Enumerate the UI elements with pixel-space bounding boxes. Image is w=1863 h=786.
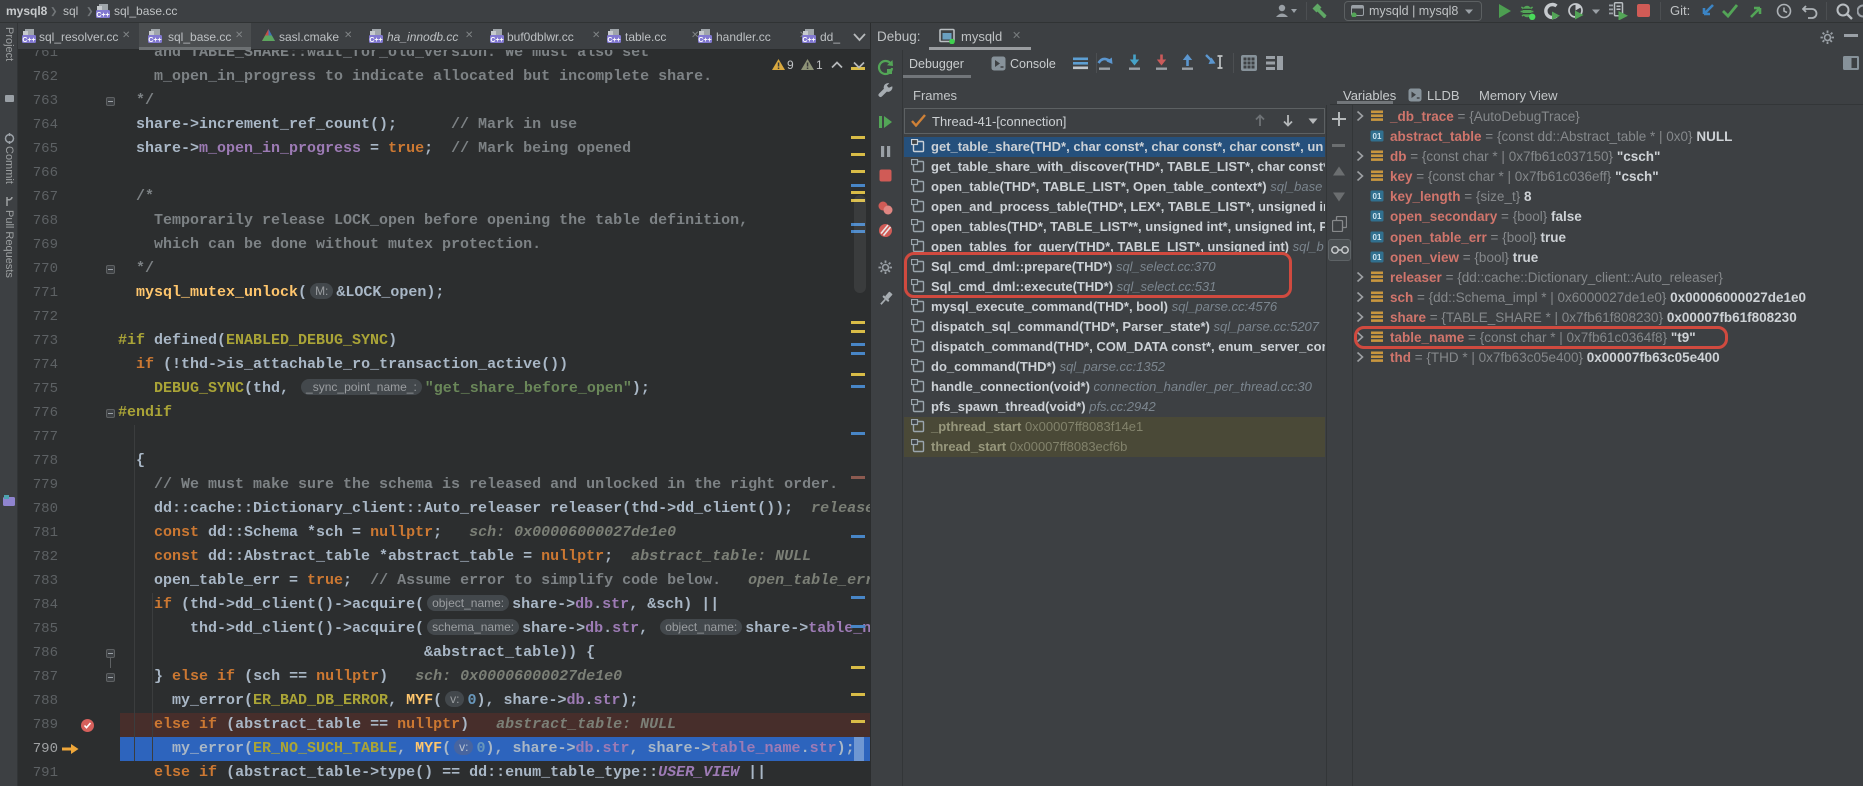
- svg-text:C++: C++: [490, 37, 503, 43]
- svg-text:C++: C++: [369, 37, 382, 43]
- svg-text:01: 01: [1373, 212, 1382, 221]
- svg-text:C++: C++: [22, 37, 35, 43]
- svg-text:01: 01: [1373, 192, 1382, 201]
- svg-text:C++: C++: [148, 37, 161, 43]
- svg-text:C++: C++: [698, 37, 711, 43]
- svg-text:01: 01: [1373, 132, 1382, 141]
- svg-text:01: 01: [1373, 233, 1382, 242]
- svg-text:C++: C++: [802, 37, 815, 43]
- svg-text:C++: C++: [96, 12, 109, 18]
- svg-text:C++: C++: [607, 37, 620, 43]
- svg-text:01: 01: [1373, 253, 1382, 262]
